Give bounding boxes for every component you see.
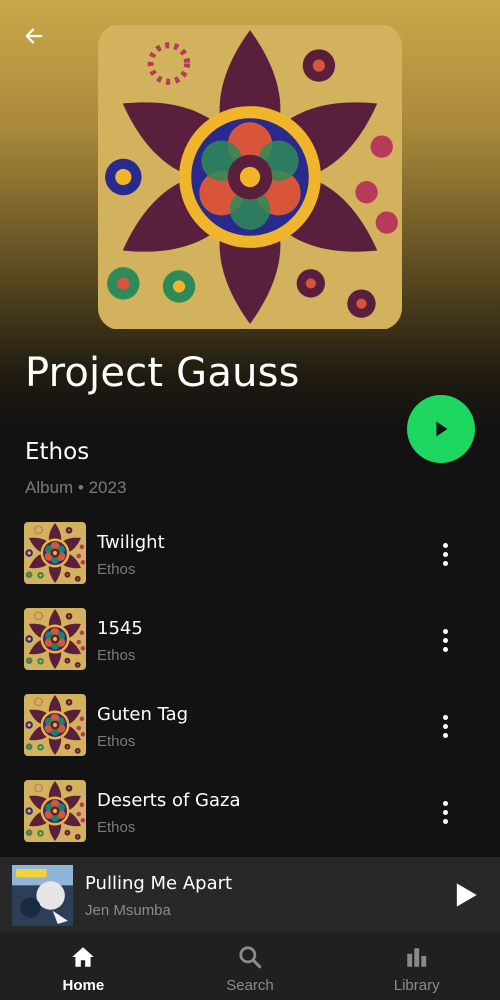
track-title: Deserts of Gaza [97, 790, 241, 811]
now-playing-bar[interactable]: Pulling Me Apart Jen Msumba [0, 857, 500, 933]
mini-play-button[interactable] [447, 877, 483, 913]
nav-label: Home [62, 977, 105, 994]
play-album-button[interactable] [407, 395, 475, 463]
more-options-icon[interactable] [430, 622, 460, 658]
nav-library[interactable]: Library [333, 933, 500, 1000]
nav-search[interactable]: Search [167, 933, 334, 1000]
track-list: Twilight Ethos 1545 Ethos Guten Tag Etho… [0, 522, 500, 866]
track-title: Twilight [97, 532, 165, 553]
track-album: Ethos [97, 733, 136, 750]
now-playing-artwork [12, 865, 73, 926]
track-album: Ethos [97, 647, 136, 664]
track-title: Guten Tag [97, 704, 189, 725]
track-album: Ethos [97, 561, 136, 578]
back-button[interactable] [16, 18, 52, 54]
album-title: Ethos [25, 439, 90, 465]
play-icon [456, 883, 477, 907]
more-options-icon[interactable] [430, 708, 460, 744]
bottom-navigation: Home Search Library [0, 933, 500, 1000]
track-row[interactable]: Deserts of Gaza Ethos [0, 780, 500, 866]
nav-home[interactable]: Home [0, 933, 167, 1000]
track-thumbnail [24, 694, 86, 756]
track-row[interactable]: Guten Tag Ethos [0, 694, 500, 780]
search-icon [239, 946, 262, 969]
arrow-left-icon [25, 28, 43, 44]
track-album: Ethos [97, 819, 136, 836]
library-icon [406, 948, 426, 967]
track-thumbnail [24, 608, 86, 670]
nav-label: Search [226, 977, 274, 994]
track-row[interactable]: Twilight Ethos [0, 522, 500, 608]
album-cover [98, 24, 402, 330]
now-playing-title: Pulling Me Apart [85, 873, 233, 894]
artist-name: Project Gauss [25, 350, 300, 396]
now-playing-artist: Jen Msumba [85, 902, 171, 919]
track-thumbnail [24, 780, 86, 842]
track-row[interactable]: 1545 Ethos [0, 608, 500, 694]
track-thumbnail [24, 522, 86, 584]
play-icon [436, 421, 448, 437]
album-meta: Album • 2023 [25, 478, 127, 497]
nav-label: Library [393, 977, 440, 994]
more-options-icon[interactable] [430, 794, 460, 830]
home-icon [72, 947, 95, 967]
more-options-icon[interactable] [430, 536, 460, 572]
track-title: 1545 [97, 618, 143, 639]
